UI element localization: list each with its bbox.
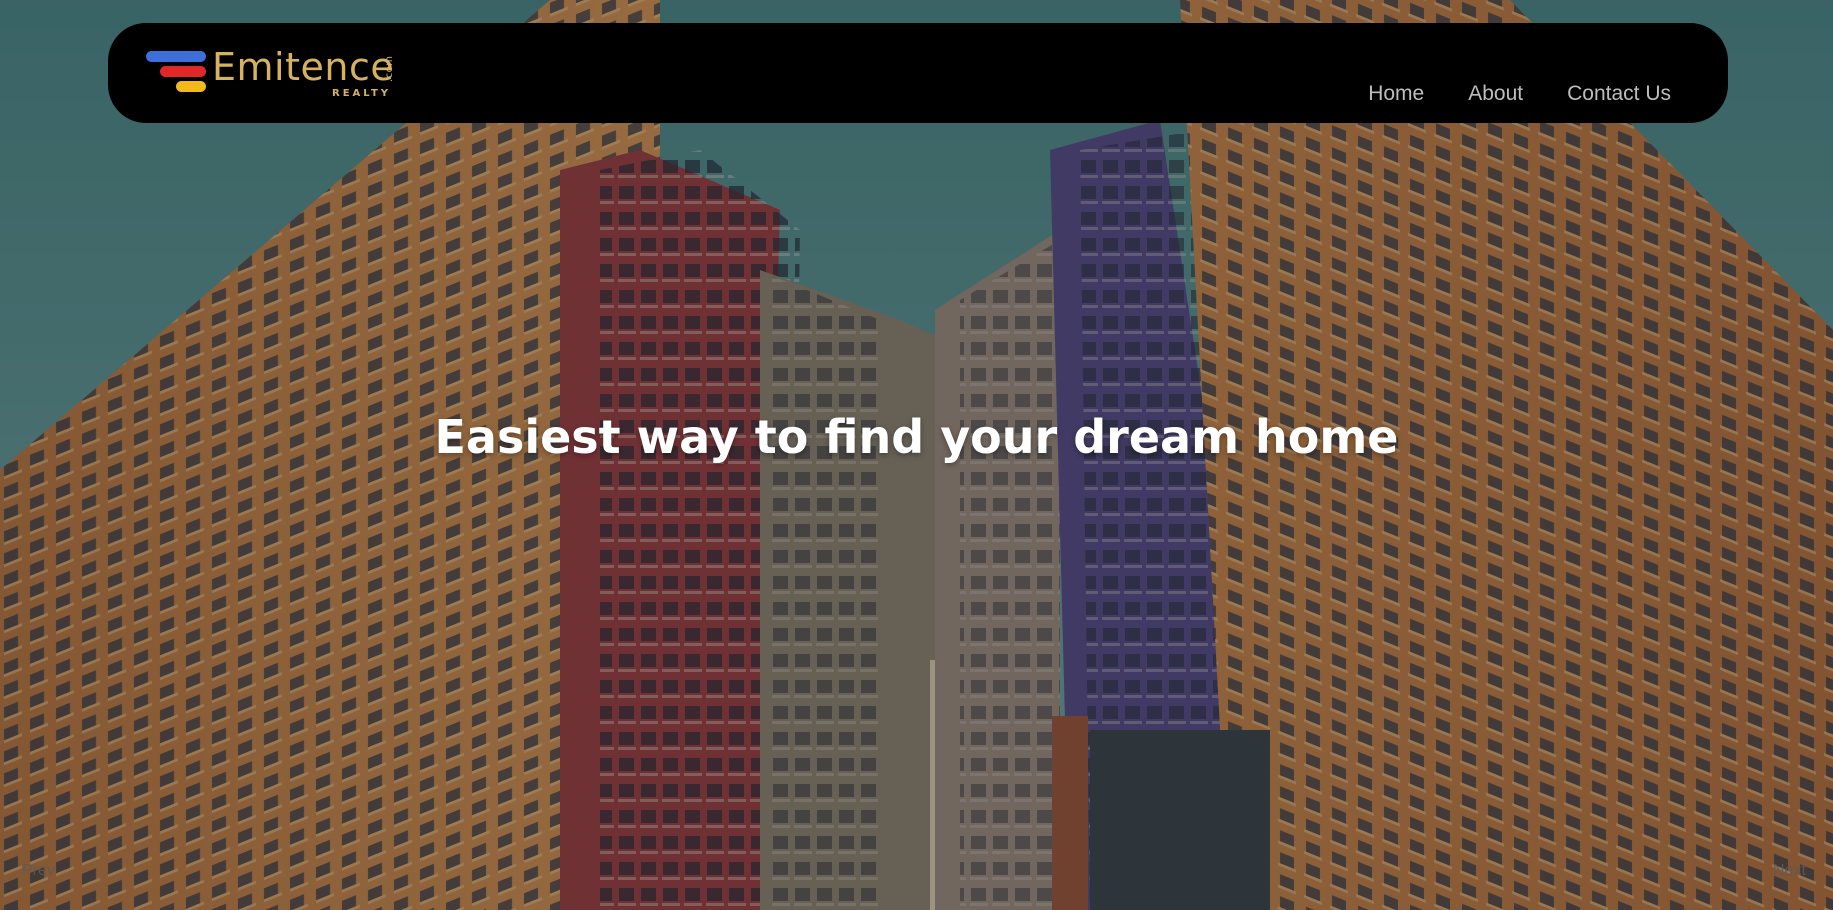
hero-headline: Easiest way to find your dream home (434, 410, 1399, 464)
top-navbar: Emitence .com REALTY Home About Contact … (108, 23, 1728, 123)
logo-domain-suffix: .com (384, 55, 395, 82)
nav-link-contact-us[interactable]: Contact Us (1567, 82, 1671, 106)
nav-menu: Home About Contact Us (1368, 82, 1671, 106)
logo-bar-blue (146, 51, 206, 62)
logo-tagline: REALTY (332, 88, 392, 99)
logo-mark-icon (146, 51, 206, 99)
brand-logo[interactable]: Emitence .com REALTY (146, 45, 406, 102)
nav-link-about[interactable]: About (1468, 82, 1523, 106)
logo-wordmark: Emitence (212, 45, 395, 89)
logo-bar-yellow (176, 81, 206, 92)
slider-prev-button[interactable]: Prev (22, 862, 55, 880)
logo-bar-red (160, 66, 206, 77)
slider-next-button[interactable]: Next (1773, 862, 1833, 880)
nav-link-home[interactable]: Home (1368, 82, 1424, 106)
